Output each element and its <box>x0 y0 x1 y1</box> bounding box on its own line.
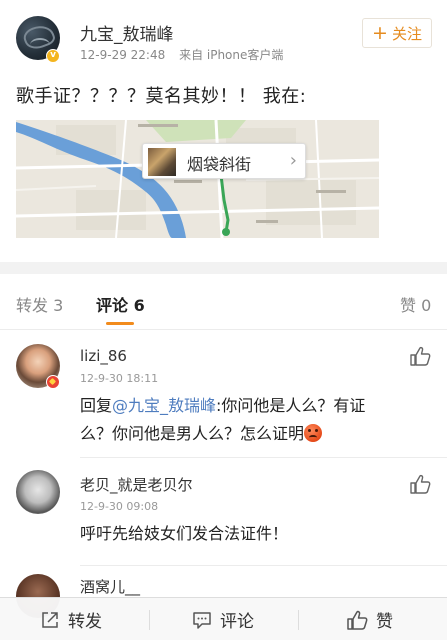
location-thumbnail <box>148 148 176 176</box>
comment-item: lizi_86 12-9-30 18:11 回复@九宝_敖瑞峰:你问他是人么？有… <box>0 330 447 458</box>
post-timestamp: 12-9-29 22:48 <box>80 48 166 62</box>
comment-text-part: 么？你问他是男人么？怎么证明 <box>80 424 305 443</box>
thumbs-up-icon[interactable] <box>409 474 431 494</box>
tabs-bar: 转发 3 评论 6 赞 0 <box>0 274 447 330</box>
member-badge-icon <box>46 375 60 389</box>
comment-text: 回复@九宝_敖瑞峰:你问他是人么？有证 么？你问他是男人么？怎么证明 <box>80 392 370 448</box>
comment-label: 评论 <box>220 612 254 632</box>
post-source: 来自 iPhone客户端 <box>179 48 284 62</box>
repost-button[interactable]: 转发 <box>40 598 102 640</box>
location-chip[interactable]: 烟袋斜街 › <box>142 143 306 179</box>
follow-label: 关注 <box>391 24 422 43</box>
tab-comment[interactable]: 评论 6 <box>96 292 145 316</box>
thumbs-up-icon[interactable] <box>409 346 431 366</box>
share-icon <box>42 611 58 628</box>
comment-time: 12-9-30 09:08 <box>80 500 159 513</box>
divider <box>149 610 150 630</box>
section-separator <box>0 262 447 274</box>
reply-prefix: 回复 <box>80 396 113 415</box>
like-button[interactable]: 赞 <box>346 598 393 640</box>
post-text: 歌手证？？？？莫名其妙！！ 我在: <box>16 86 307 107</box>
active-tab-indicator <box>106 322 134 325</box>
commenter-name[interactable]: 老贝_就是老贝尔 <box>80 474 193 495</box>
map-illustration <box>16 120 379 238</box>
author-name[interactable]: 九宝_敖瑞峰 <box>80 20 174 45</box>
thumbs-up-icon <box>347 610 368 630</box>
angry-emoji-icon <box>304 424 323 442</box>
commenter-avatar[interactable] <box>16 470 60 514</box>
comment-text-part: :你问他是人么？有证 <box>216 396 366 415</box>
divider <box>298 610 299 630</box>
commenter-name[interactable]: 酒窝儿__ <box>80 576 140 597</box>
mention-link[interactable]: @九宝_敖瑞峰 <box>112 396 216 415</box>
plus-icon: + <box>372 21 388 44</box>
bottom-action-bar: 转发 评论 赞 <box>0 597 447 640</box>
location-map[interactable] <box>16 120 379 238</box>
post-meta: 12-9-29 22:48 来自 iPhone客户端 <box>80 46 283 63</box>
commenter-name[interactable]: lizi_86 <box>80 347 127 365</box>
tab-repost[interactable]: 转发 3 <box>16 292 63 316</box>
comment-time: 12-9-30 18:11 <box>80 372 159 385</box>
follow-button[interactable]: + 关注 <box>362 18 432 48</box>
comment-item: 老贝_就是老贝尔 12-9-30 09:08 呼吁先给妓女们发合法证件！ <box>0 458 447 566</box>
repost-label: 转发 <box>68 612 102 632</box>
tab-like[interactable]: 赞 0 <box>400 292 431 316</box>
post-header: v 九宝_敖瑞峰 12-9-29 22:48 来自 iPhone客户端 + 关注 <box>0 0 447 70</box>
like-label: 赞 <box>376 612 393 632</box>
verified-badge-icon: v <box>46 49 60 63</box>
comment-icon <box>193 611 211 629</box>
comment-button[interactable]: 评论 <box>192 598 254 640</box>
chevron-right-icon: › <box>289 150 297 171</box>
comment-text: 呼吁先给妓女们发合法证件！ <box>80 524 289 543</box>
location-name: 烟袋斜街 <box>187 155 252 174</box>
